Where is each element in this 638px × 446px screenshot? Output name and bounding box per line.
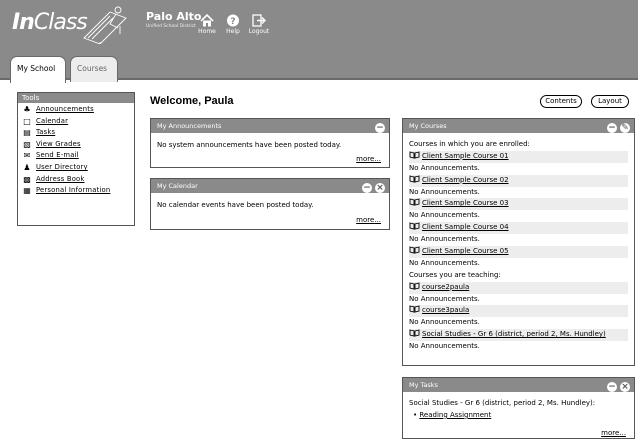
courses-module: My Courses − ✎ Courses in which you are e…: [402, 118, 635, 366]
tool-tasks[interactable]: ▤ Tasks: [18, 128, 134, 140]
tab-my-school[interactable]: My School: [10, 56, 66, 83]
announcements-text: No system announcements have been posted…: [157, 141, 342, 149]
close-icon[interactable]: ×: [375, 183, 385, 193]
help-icon: ?: [227, 14, 239, 27]
courses-header: My Courses − ✎: [403, 119, 634, 133]
book-icon: [409, 198, 420, 207]
svg-text:?: ?: [230, 17, 235, 27]
task-item[interactable]: • Reading Assignment: [409, 410, 628, 422]
course-link[interactable]: Client Sample Course 02: [409, 174, 628, 187]
tool-personal-information[interactable]: ▦ Personal Information: [18, 186, 134, 198]
no-announcements-text: No Announcements.: [409, 163, 480, 172]
course-link[interactable]: course3paula: [409, 305, 628, 318]
tool-address-book[interactable]: ▩ Address Book: [18, 175, 134, 187]
tasks-icon: ▤: [23, 128, 31, 138]
app-header: InClass Palo Alto Unified School Distric…: [0, 0, 638, 50]
tool-calendar[interactable]: □ Calendar: [18, 117, 134, 129]
enrolled-heading: Courses in which you are enrolled:: [409, 140, 530, 148]
minimize-icon[interactable]: −: [375, 123, 385, 133]
announcement-icon: ♣: [23, 105, 31, 114]
tool-send-email[interactable]: ✉ Send E-mail: [18, 151, 134, 163]
no-announcements-text: No Announcements.: [409, 318, 480, 327]
tool-announcements[interactable]: ♣ Announcements: [18, 105, 134, 117]
help-button[interactable]: ? Help: [220, 14, 246, 35]
no-announcements-text: No Announcements.: [409, 294, 480, 303]
tool-view-grades[interactable]: ▧ View Grades: [18, 140, 134, 152]
contents-button[interactable]: Contents: [540, 95, 582, 108]
grades-icon: ▧: [23, 139, 31, 149]
address-book-icon: ▩: [23, 174, 31, 184]
task-course-heading: Social Studies - Gr 6 (district, period …: [409, 399, 596, 407]
tasks-header: My Tasks − ×: [403, 378, 634, 392]
tasks-more-link[interactable]: more...: [601, 429, 626, 437]
minimize-icon[interactable]: −: [362, 183, 372, 193]
course-link[interactable]: Client Sample Course 04: [409, 222, 628, 235]
edit-icon[interactable]: ✎: [620, 123, 630, 133]
no-announcements-text: No Announcements.: [409, 235, 480, 244]
welcome-heading: Welcome, Paula: [150, 95, 234, 107]
tab-courses[interactable]: Courses: [70, 56, 118, 82]
logout-button[interactable]: Logout: [246, 14, 272, 35]
book-icon: [409, 305, 420, 314]
no-announcements-text: No Announcements.: [409, 342, 480, 351]
minimize-icon[interactable]: −: [607, 382, 617, 392]
course-link[interactable]: Client Sample Course 03: [409, 198, 628, 211]
calendar-text: No calendar events have been posted toda…: [157, 201, 314, 209]
layout-button[interactable]: Layout: [591, 95, 629, 108]
calendar-icon: □: [23, 116, 31, 126]
desk-logo-icon: [83, 6, 127, 44]
course-link[interactable]: course2paula: [409, 281, 628, 294]
book-icon: [409, 246, 420, 254]
no-announcements-text: No Announcements.: [409, 211, 480, 220]
book-icon: [409, 175, 420, 183]
inclass-logo: InClass: [12, 10, 88, 35]
close-icon[interactable]: ×: [620, 382, 630, 392]
home-button[interactable]: Home: [194, 14, 220, 35]
book-icon: [409, 329, 420, 337]
book-icon: [409, 222, 420, 230]
course-link[interactable]: Client Sample Course 05: [409, 246, 628, 258]
announcements-module: My Announcements − No system announcemen…: [150, 118, 390, 168]
tool-user-directory[interactable]: ♟ User Directory: [18, 163, 134, 175]
book-icon: [409, 282, 420, 290]
no-announcements-text: No Announcements.: [409, 187, 480, 196]
announcements-more-link[interactable]: more...: [356, 155, 381, 163]
tools-title: Tools: [18, 93, 134, 103]
book-icon: [409, 151, 420, 159]
email-icon: ✉: [23, 151, 31, 161]
logout-icon: [252, 14, 266, 27]
tools-panel: Tools ♣ Announcements □ Calendar ▤ Tasks ▧ V…: [17, 92, 135, 226]
calendar-module: My Calendar − × No calendar events have b…: [150, 178, 390, 230]
course-link[interactable]: Social Studies - Gr 6 (district, period …: [409, 329, 628, 342]
user-directory-icon: ♟: [23, 162, 31, 172]
tab-strip: My School Courses: [0, 50, 638, 83]
teaching-heading: Courses you are teaching:: [409, 270, 501, 279]
calendar-more-link[interactable]: more...: [356, 216, 381, 224]
personal-info-icon: ▦: [23, 186, 31, 196]
no-announcements-text: No Announcements.: [409, 258, 480, 267]
home-icon: [200, 14, 214, 27]
calendar-header: My Calendar − ×: [151, 179, 389, 193]
minimize-icon[interactable]: −: [607, 123, 617, 133]
announcements-header: My Announcements −: [151, 119, 389, 133]
tasks-module: My Tasks − × Social Studies - Gr 6 (distr…: [402, 377, 635, 439]
course-link[interactable]: Client Sample Course 01: [409, 150, 628, 163]
